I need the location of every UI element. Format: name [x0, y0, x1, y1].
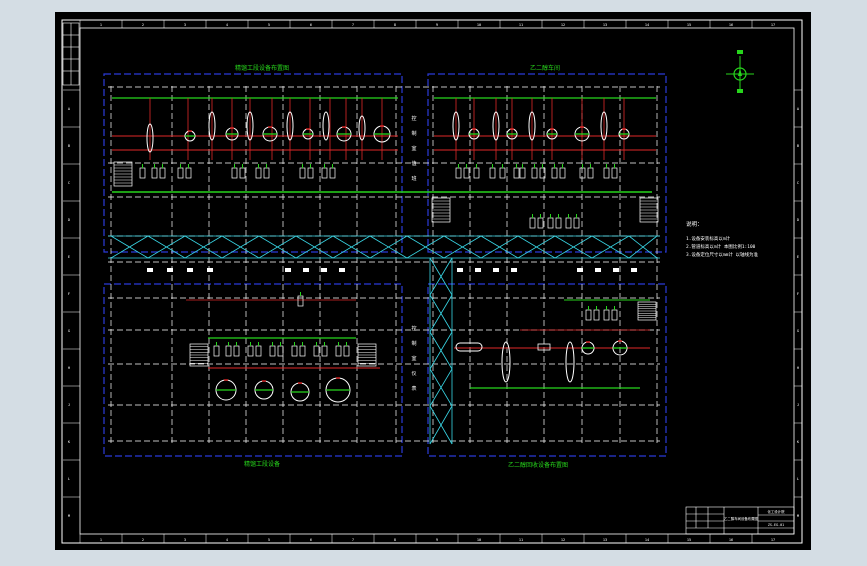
ruler-label: 1	[100, 538, 102, 542]
ruler-label: 9	[436, 23, 438, 27]
column-tag	[457, 268, 463, 272]
notes-line: 2.管道标高以m计 本图比例1:100	[686, 243, 756, 250]
ruler-label: 8	[394, 538, 396, 542]
column-tag	[493, 268, 499, 272]
room-label: 值	[411, 160, 416, 167]
ruler-label: 5	[268, 538, 270, 542]
notes-line: 1.设备安装标高以m计	[686, 235, 731, 242]
column-tag	[187, 268, 193, 272]
column-tag	[207, 268, 213, 272]
column-tag	[321, 268, 327, 272]
ruler-label: 6	[310, 23, 312, 27]
ruler-label: C	[797, 181, 799, 185]
ruler-label: 4	[226, 538, 228, 542]
ruler-label: 12	[561, 538, 565, 542]
ruler-label: 7	[352, 538, 354, 542]
column-tag	[577, 268, 583, 272]
ruler-label: 16	[729, 538, 733, 542]
ruler-label: D	[68, 218, 70, 222]
ruler-label: E	[797, 255, 799, 259]
ruler-label: 15	[687, 538, 691, 542]
ruler-label: 13	[603, 538, 607, 542]
cad-viewport: 1 1 2 2 3 3 4 4 5 5 6 6 7 7 8 8 9 9 10 10 11 11 12 12 13 13 14 14 15…	[0, 0, 867, 562]
ruler-label: 2	[142, 23, 144, 27]
room-label: 控	[411, 115, 416, 122]
column-tag	[475, 268, 481, 272]
room-label: 控	[411, 325, 416, 332]
room-label: 表	[411, 385, 416, 392]
ruler-label: D	[797, 218, 799, 222]
ruler-label: 2	[142, 538, 144, 542]
room-label: 班	[411, 175, 416, 182]
ruler-label: 3	[184, 23, 186, 27]
ruler-label: F	[797, 292, 799, 296]
ruler-label: C	[68, 181, 70, 185]
ruler-label: 12	[561, 23, 565, 27]
zone-title-top-right: 乙二醇车间	[530, 64, 560, 72]
column-tag	[595, 268, 601, 272]
column-tag	[303, 268, 309, 272]
ruler-label: 8	[394, 23, 396, 27]
ruler-label: H	[68, 366, 70, 370]
cad-drawing-sheet: 1122334455667788991010111112121313141415…	[55, 12, 811, 550]
room-label: 仪	[411, 371, 416, 377]
column-tag	[285, 268, 291, 272]
zone-title-top-left: 精馏工段设备布置图	[235, 64, 289, 72]
ruler-label: 7	[352, 23, 354, 27]
ruler-label: 16	[729, 23, 733, 27]
notes-line: 3.设备定位尺寸以mm计 以轴线为准	[686, 251, 759, 258]
ruler-label: 5	[268, 23, 270, 27]
ruler-label: 11	[519, 23, 523, 27]
ruler-label: H	[797, 366, 799, 370]
ruler-label: E	[68, 255, 70, 259]
ruler-label: L	[68, 477, 70, 481]
ruler-label: 9	[436, 538, 438, 542]
ruler-label: 15	[687, 23, 691, 27]
column-tag	[167, 268, 173, 272]
notes-heading: 说明：	[686, 220, 703, 228]
column-tag	[631, 268, 637, 272]
ruler-label: F	[68, 292, 70, 296]
ruler-label: L	[797, 477, 799, 481]
ruler-label: 17	[771, 538, 775, 542]
title-block-company: 化工设计院	[768, 509, 786, 514]
ruler-label: B	[797, 144, 799, 148]
ruler-label: B	[68, 144, 70, 148]
ruler-label: 10	[477, 23, 481, 27]
ruler-label: G	[797, 329, 799, 333]
ruler-label: J	[797, 403, 799, 407]
room-label: 室	[411, 145, 416, 152]
room-label: 室	[411, 355, 416, 362]
ruler-label: 10	[477, 538, 481, 542]
ruler-label: 11	[519, 538, 523, 542]
ruler-label: 4	[226, 23, 228, 27]
ruler-label: 17	[771, 23, 775, 27]
column-tag	[613, 268, 619, 272]
ruler-label: 14	[645, 538, 649, 542]
ruler-label: G	[68, 329, 70, 333]
column-tag	[511, 268, 517, 272]
title-block-drawing-no: ZS-EG-01	[768, 523, 784, 527]
ruler-label: 13	[603, 23, 607, 27]
ruler-label: 6	[310, 538, 312, 542]
column-tag	[339, 268, 345, 272]
title-block-drawing-name: 乙二醇车间设备布置图	[724, 516, 759, 521]
ruler-label: J	[68, 403, 70, 407]
ruler-label: 1	[100, 23, 102, 27]
column-tag	[147, 268, 153, 272]
ruler-label: 3	[184, 538, 186, 542]
ruler-label: 14	[645, 23, 649, 27]
zone-title-bottom-left: 精馏工段设备	[244, 460, 280, 468]
room-label: 制	[411, 130, 416, 137]
zone-title-bottom-right: 乙二醇回收设备布置图	[508, 461, 568, 469]
room-label: 制	[411, 340, 416, 347]
